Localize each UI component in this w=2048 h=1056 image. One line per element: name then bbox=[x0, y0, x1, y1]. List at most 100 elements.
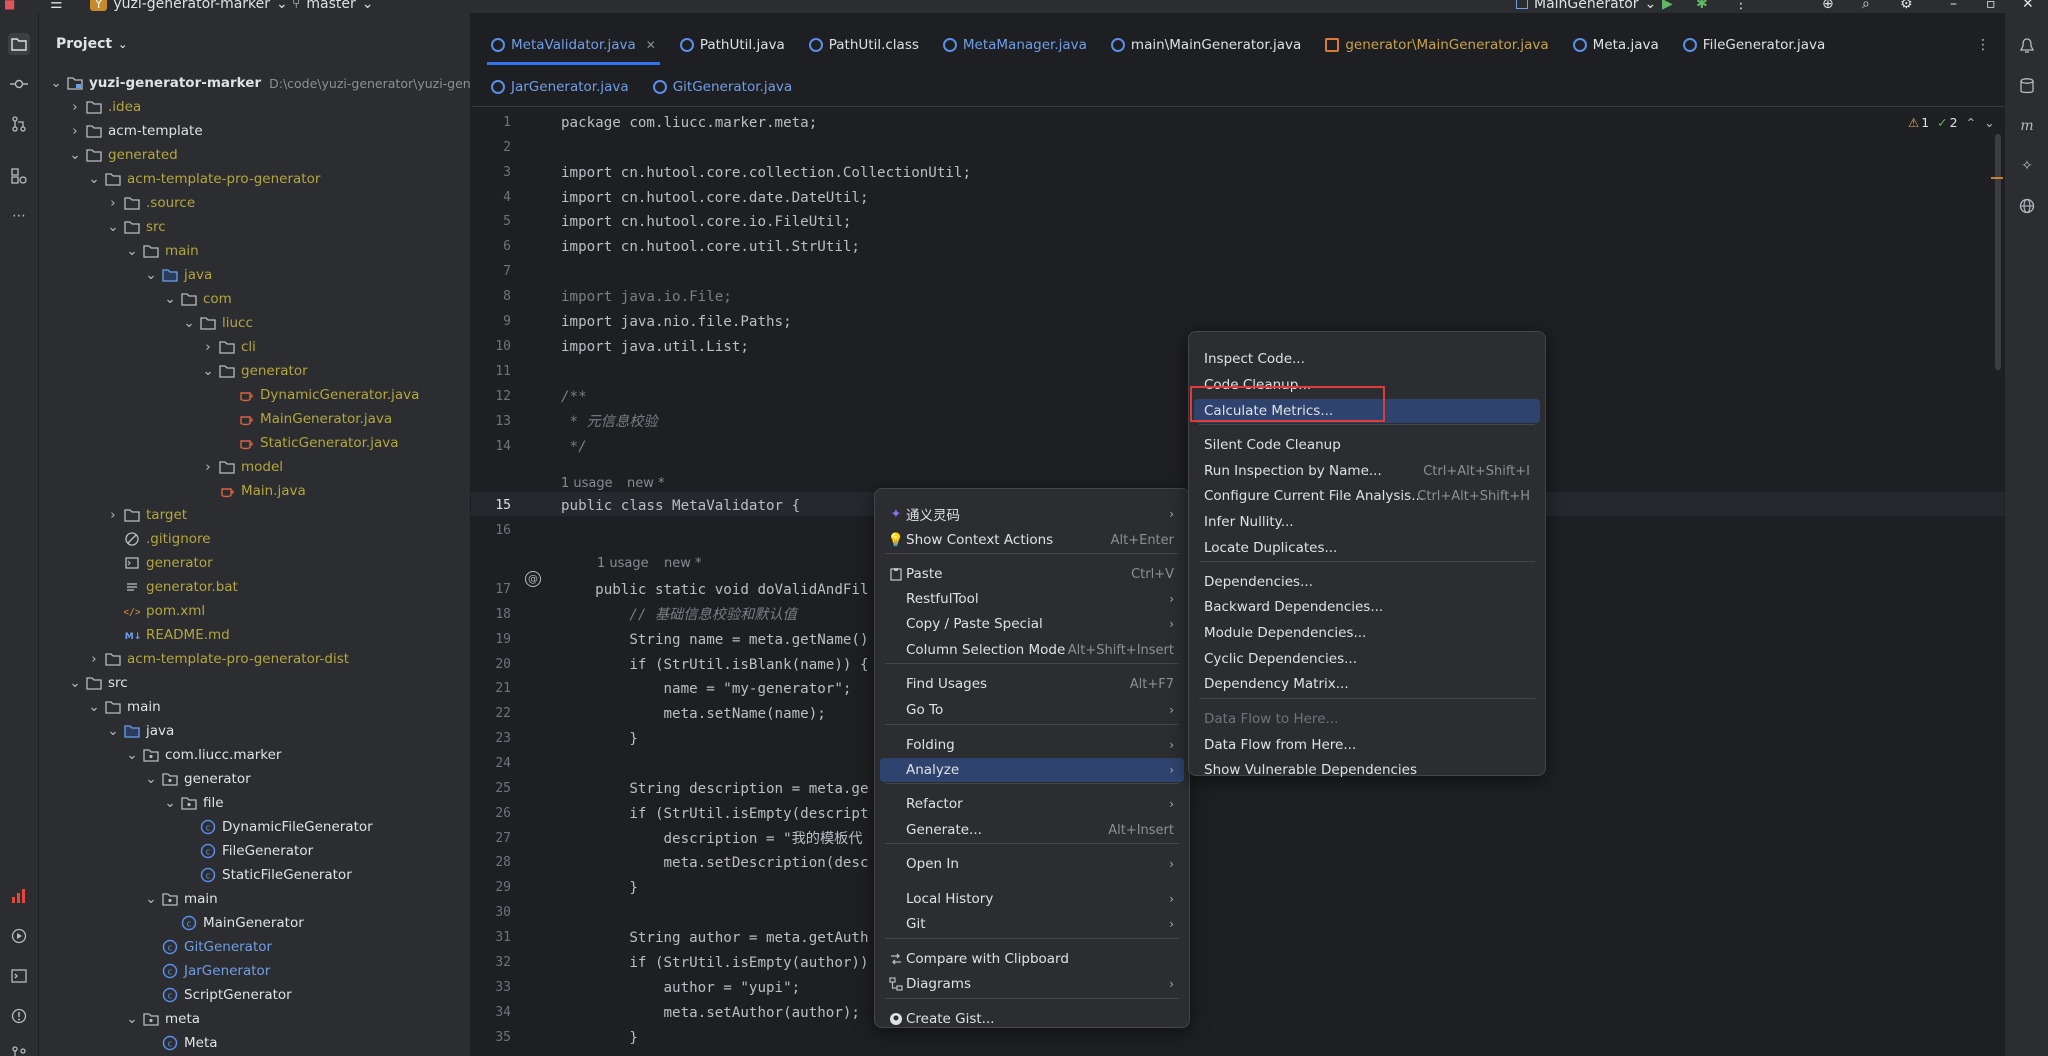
chevron-down-icon[interactable]: ⌄ bbox=[182, 315, 196, 331]
code-line[interactable]: */ bbox=[561, 437, 587, 457]
editor-tab[interactable]: PathUtil.java bbox=[668, 25, 797, 65]
analyze-menu-item[interactable]: Infer Nullity... bbox=[1194, 510, 1540, 534]
context-menu-item[interactable]: Folding › bbox=[880, 733, 1184, 757]
tree-item[interactable]: ⌄ meta bbox=[125, 1007, 200, 1031]
usage-hint[interactable]: 1 usage bbox=[597, 556, 649, 571]
context-menu-item[interactable]: Analyze › bbox=[880, 758, 1184, 782]
context-menu-item[interactable]: Copy / Paste Special › bbox=[880, 612, 1184, 636]
chevron-right-icon[interactable]: › bbox=[106, 195, 120, 211]
editor-scrollbar[interactable] bbox=[1995, 134, 2001, 370]
code-line[interactable]: String name = meta.getName() bbox=[561, 630, 868, 650]
chevron-down-icon[interactable]: ⌄ bbox=[125, 1011, 139, 1027]
editor-tab[interactable]: FileGenerator.java bbox=[1671, 25, 1837, 65]
tree-item[interactable]: </> pom.xml bbox=[106, 599, 205, 623]
usage-hint[interactable]: new * bbox=[627, 476, 665, 491]
chevron-right-icon[interactable]: › bbox=[201, 459, 215, 475]
project-panel-header[interactable]: Project ⌄ bbox=[56, 36, 127, 52]
search-icon[interactable]: ⌕ bbox=[1862, 0, 1870, 13]
editor-tab[interactable]: JarGenerator.java bbox=[479, 67, 641, 107]
tree-item[interactable]: .gitignore bbox=[106, 527, 211, 551]
pull-requests-icon[interactable] bbox=[8, 113, 30, 135]
close-tab-icon[interactable]: ✕ bbox=[646, 38, 656, 52]
minimize-icon[interactable]: – bbox=[1950, 0, 1957, 13]
tree-item[interactable]: ⌄ com.liucc.marker bbox=[125, 743, 281, 767]
tree-item[interactable]: ⌄ main bbox=[87, 695, 160, 719]
database-icon[interactable] bbox=[2016, 75, 2038, 97]
code-line[interactable]: // 基础信息校验和默认值 bbox=[561, 605, 797, 625]
context-menu-item[interactable]: Diagrams › bbox=[880, 972, 1184, 996]
code-line[interactable]: } bbox=[561, 878, 638, 898]
context-menu-item[interactable]: Column Selection Mode Alt+Shift+Insert bbox=[880, 638, 1184, 662]
tree-item[interactable]: generator bbox=[106, 551, 213, 575]
analyze-menu-item[interactable]: Module Dependencies... bbox=[1194, 621, 1540, 645]
chevron-down-icon[interactable]: ⌄ bbox=[106, 723, 120, 739]
project-switcher[interactable]: Y yuzi-generator-marker ⌄ bbox=[90, 0, 288, 13]
tree-item[interactable]: ⌄ main bbox=[125, 239, 198, 263]
tree-item[interactable]: ⌄ src bbox=[68, 671, 127, 695]
tree-item[interactable]: › .idea bbox=[68, 95, 141, 119]
chevron-down-icon[interactable]: ⌄ bbox=[49, 75, 63, 91]
context-menu-item[interactable]: RestfulTool › bbox=[880, 587, 1184, 611]
code-line[interactable]: meta.setDescription(desc bbox=[561, 853, 868, 873]
chevron-down-icon[interactable]: ⌄ bbox=[163, 291, 177, 307]
code-line[interactable]: meta.setAuthor(author); bbox=[561, 1003, 859, 1023]
tree-item[interactable]: › acm-template bbox=[68, 119, 202, 143]
code-line[interactable]: import cn.hutool.core.date.DateUtil; bbox=[561, 188, 869, 208]
tree-item[interactable]: generator.bat bbox=[106, 575, 238, 599]
tree-root[interactable]: ⌄ yuzi-generator-marker D:\code\yuzi-gener… bbox=[49, 71, 470, 95]
prev-highlight-icon[interactable]: ⌃ bbox=[1966, 115, 1976, 130]
tree-item[interactable]: Main.java bbox=[201, 479, 306, 503]
code-line[interactable]: public class MetaValidator { bbox=[561, 496, 800, 516]
code-line[interactable]: package com.liucc.marker.meta; bbox=[561, 113, 817, 133]
code-line[interactable]: } bbox=[561, 1028, 638, 1048]
tree-item[interactable]: c ScriptGenerator bbox=[144, 983, 292, 1007]
branch-switcher[interactable]: ⑂ master ⌄ bbox=[292, 0, 374, 13]
tree-item[interactable]: › .source bbox=[106, 191, 195, 215]
context-menu-item[interactable]: Refactor › bbox=[880, 792, 1184, 816]
analyze-menu-item[interactable]: Dependency Matrix... bbox=[1194, 672, 1540, 696]
code-line[interactable]: description = "我的模板代 bbox=[561, 829, 862, 849]
context-menu-item[interactable]: Generate... Alt+Insert bbox=[880, 818, 1184, 842]
editor-tab[interactable]: GitGenerator.java bbox=[641, 67, 804, 107]
tree-item[interactable]: ⌄ acm-template-pro-generator bbox=[87, 167, 320, 191]
code-line[interactable]: String description = meta.ge bbox=[561, 779, 868, 799]
editor-tab[interactable]: MetaValidator.java ✕ bbox=[479, 25, 668, 65]
tree-item[interactable]: c GitGenerator bbox=[144, 935, 272, 959]
tree-item[interactable]: ⌄ generator bbox=[144, 767, 250, 791]
context-menu-item[interactable]: Local History › bbox=[880, 887, 1184, 911]
tree-item[interactable]: ⌄ generator bbox=[201, 359, 307, 383]
tree-item[interactable]: ⌄ java bbox=[106, 719, 174, 743]
tree-item[interactable]: c JarGenerator bbox=[144, 959, 270, 983]
debug-icon[interactable]: ✱ bbox=[1696, 0, 1708, 13]
restore-icon[interactable]: ▫ bbox=[1986, 0, 1996, 13]
usage-hint[interactable]: new * bbox=[664, 556, 702, 571]
structure-icon[interactable] bbox=[8, 165, 30, 187]
code-line[interactable]: if (StrUtil.isEmpty(descript bbox=[561, 804, 868, 824]
code-line[interactable]: * 元信息校验 bbox=[561, 412, 658, 432]
git-icon[interactable] bbox=[8, 1043, 30, 1056]
more-actions-icon[interactable]: ⋮ bbox=[1734, 0, 1748, 13]
editor-tab[interactable]: generator\MainGenerator.java bbox=[1313, 25, 1560, 65]
code-line[interactable]: meta.setName(name); bbox=[561, 704, 825, 724]
analyze-menu-item[interactable]: Inspect Code... bbox=[1194, 347, 1540, 371]
editor-tab[interactable]: PathUtil.class bbox=[797, 25, 931, 65]
chevron-down-icon[interactable]: ⌄ bbox=[68, 147, 82, 163]
tree-item[interactable]: c DynamicFileGenerator bbox=[182, 815, 373, 839]
tree-item[interactable]: M↓ README.md bbox=[106, 623, 230, 647]
tree-item[interactable]: c StaticFileGenerator bbox=[182, 863, 352, 887]
code-line[interactable]: import cn.hutool.core.io.FileUtil; bbox=[561, 212, 851, 232]
editor-tab[interactable]: Meta.java bbox=[1561, 25, 1671, 65]
code-line[interactable]: } bbox=[561, 729, 638, 749]
context-menu-item[interactable]: Paste Ctrl+V bbox=[880, 562, 1184, 586]
tree-item[interactable]: › cli bbox=[201, 335, 256, 359]
tree-item[interactable]: › target bbox=[106, 503, 187, 527]
tree-item[interactable]: ⌄ java bbox=[144, 263, 212, 287]
notifications-icon[interactable] bbox=[2016, 35, 2038, 57]
tree-item[interactable]: ⌄ liucc bbox=[182, 311, 253, 335]
tree-item[interactable]: StaticGenerator.java bbox=[220, 431, 399, 455]
code-line[interactable]: import java.util.List; bbox=[561, 337, 749, 357]
context-menu-item[interactable]: Compare with Clipboard bbox=[880, 947, 1184, 971]
tree-item[interactable]: ⌄ file bbox=[163, 791, 223, 815]
inspection-widget[interactable]: ⚠ 1 ✓ 2 ⌃ ⌄ bbox=[1908, 115, 1995, 130]
run-icon[interactable]: ▶ bbox=[1662, 0, 1673, 13]
